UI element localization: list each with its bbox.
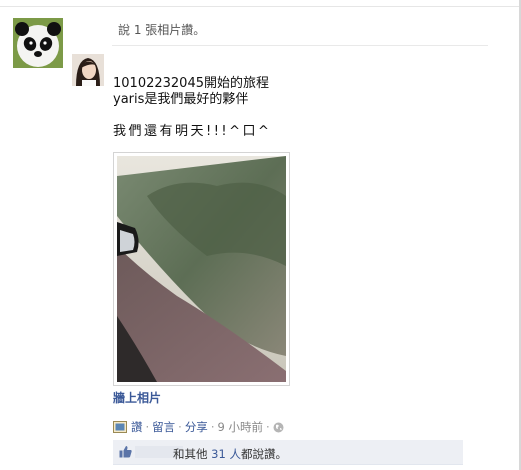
- panda-avatar[interactable]: [13, 18, 63, 68]
- post-photo[interactable]: [113, 152, 290, 386]
- action-bar: 讚 · 留言 · 分享 · 9 小時前 ·: [113, 419, 288, 436]
- panda-avatar-icon: [13, 18, 63, 68]
- friend-avatar[interactable]: [72, 54, 104, 86]
- photo-image: [117, 156, 286, 382]
- post-line-1: 10102232045開始的旅程: [113, 76, 269, 91]
- divider: [112, 45, 488, 46]
- timestamp[interactable]: 9 小時前: [217, 420, 262, 434]
- likes-count-link[interactable]: 31 人: [211, 447, 241, 461]
- top-border: [0, 0, 521, 7]
- like-thumb-icon: [119, 445, 132, 461]
- likes-text: 和其他 31 人都說讚。: [173, 447, 287, 461]
- comment-link[interactable]: 留言: [152, 420, 175, 434]
- likes-summary: 和其他 31 人都說讚。: [113, 440, 463, 465]
- post-message: 10102232045開始的旅程 yaris是我們最好的夥伴 我們還有明天!!!…: [113, 76, 271, 140]
- friend-avatar-icon: [72, 54, 104, 86]
- wall-photos-link[interactable]: 牆上相片: [113, 389, 161, 406]
- photo-icon: [113, 421, 127, 436]
- like-link[interactable]: 讚: [131, 420, 143, 434]
- post-line-3: 我們還有明天!!!^口^: [113, 124, 272, 139]
- story-header: 說 1 張相片讚。: [118, 23, 206, 37]
- post-line-2: yaris是我們最好的夥伴: [113, 92, 249, 107]
- share-link[interactable]: 分享: [185, 420, 208, 434]
- globe-icon[interactable]: [273, 422, 284, 436]
